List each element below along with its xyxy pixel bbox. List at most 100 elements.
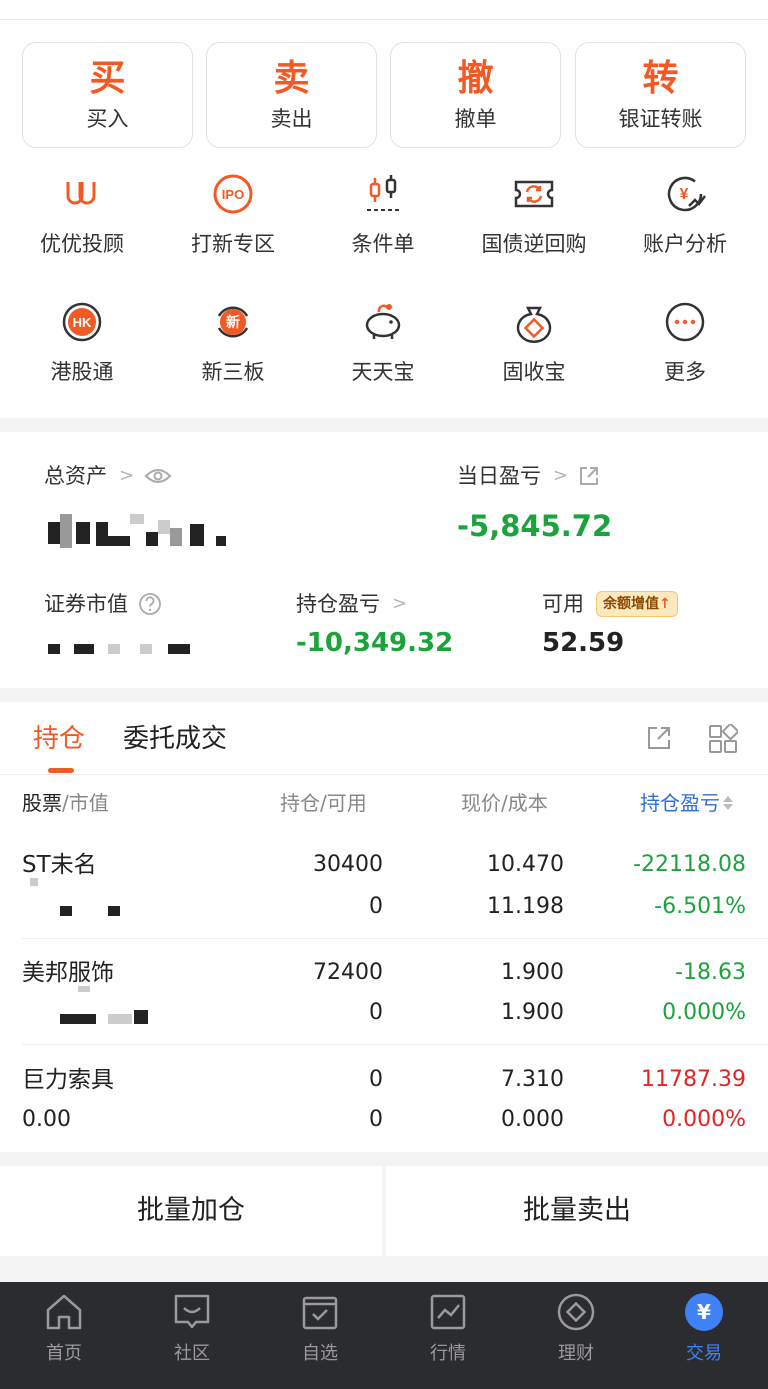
stock-name: ST未名 — [22, 852, 97, 878]
quick-actions-panel: 买 买入 卖 卖出 撤 撤单 转 银证转账 优优投顾 IPO 打新专区 条件单 … — [0, 20, 768, 418]
batch-add-button[interactable]: 批量加仓 — [0, 1166, 382, 1256]
youyou-icon — [66, 182, 96, 205]
tool-youyou[interactable]: 优优投顾 — [12, 172, 152, 258]
tool-label: 天天宝 — [351, 360, 415, 384]
tool-conditional-order[interactable]: 条件单 — [313, 172, 453, 258]
new-board-icon: 新 — [217, 306, 249, 338]
eye-icon[interactable] — [144, 466, 172, 486]
chevron-right-icon: > — [392, 593, 408, 614]
tool-more[interactable]: 更多 — [615, 300, 755, 386]
help-icon[interactable] — [138, 592, 162, 616]
daily-pl-value: -5,845.72 — [457, 509, 613, 543]
tool-label: 打新专区 — [191, 232, 275, 256]
top-strip — [0, 0, 768, 20]
stock-name: 美邦服饰 — [22, 960, 114, 986]
yen-chart-icon: ¥ — [667, 176, 706, 212]
ticket-cycle-icon — [514, 180, 554, 208]
candlestick-icon — [367, 175, 399, 211]
holdings-panel: 持仓 委托成交 股票/市值 持仓/可用 现价/成本 持仓盈亏 ST未名 3040… — [0, 702, 768, 1152]
daily-pl-label: 当日盈亏 — [457, 464, 541, 488]
tool-label: 新三板 — [201, 360, 265, 384]
piggy-bank-icon — [365, 304, 401, 339]
share-icon[interactable] — [645, 724, 673, 752]
sort-icon — [723, 796, 733, 810]
ipo-icon: IPO — [213, 174, 253, 214]
community-icon — [174, 1294, 210, 1329]
nav-label: 行情 — [430, 1343, 466, 1364]
tool-reverse-repo[interactable]: 国债逆回购 — [464, 172, 604, 258]
tool-label: 固收宝 — [502, 360, 566, 384]
batch-sell-button[interactable]: 批量卖出 — [386, 1166, 768, 1256]
position-pl-link[interactable]: 持仓盈亏 > — [296, 590, 407, 618]
tool-tiantianbao[interactable]: 天天宝 — [313, 300, 453, 386]
current-price: 7.310 — [501, 1067, 564, 1092]
home-icon — [46, 1294, 82, 1330]
current-price: 10.470 — [487, 852, 564, 877]
available-value: 52.59 — [542, 628, 625, 658]
tool-gushoubao[interactable]: 固收宝 — [464, 300, 604, 386]
tool-label: 国债逆回购 — [481, 232, 587, 256]
available-qty: 0 — [369, 1000, 383, 1025]
watchlist-icon — [302, 1296, 338, 1330]
nav-home[interactable]: 首页 — [0, 1282, 128, 1389]
tab-divider — [0, 774, 768, 775]
buy-button[interactable]: 买 买入 — [22, 42, 193, 148]
balance-boost-badge[interactable]: 余额增值↑ — [596, 591, 678, 617]
market-value: 0.00 — [22, 1107, 71, 1132]
tool-hk-connect[interactable]: HK 港股通 — [12, 300, 152, 386]
nav-watchlist[interactable]: 自选 — [256, 1282, 384, 1389]
grid-view-icon[interactable] — [708, 724, 738, 754]
cost-price: 1.900 — [501, 1000, 564, 1025]
bottom-nav: 首页 社区 自选 行情 理财 ¥ 交易 — [0, 1282, 768, 1389]
position-qty: 72400 — [313, 960, 383, 985]
tool-label: 账户分析 — [643, 232, 727, 256]
nav-wealth[interactable]: 理财 — [512, 1282, 640, 1389]
available-qty: 0 — [369, 1107, 383, 1132]
sell-label: 卖出 — [270, 107, 313, 131]
pl-header-label: 持仓盈亏 — [640, 791, 720, 815]
column-header-price: 现价/成本 — [461, 791, 548, 815]
active-tab-indicator — [48, 768, 74, 773]
tool-label: 更多 — [664, 360, 706, 384]
position-qty: 0 — [369, 1067, 383, 1092]
market-value-link[interactable]: 证券市值 — [44, 590, 162, 618]
external-link-icon[interactable] — [578, 465, 600, 487]
buy-glyph: 买 — [89, 58, 126, 99]
cost-price: 0.000 — [501, 1107, 564, 1132]
nav-label: 社区 — [174, 1343, 210, 1364]
position-pl-percent: 0.000% — [662, 1107, 746, 1132]
tool-label: 条件单 — [351, 232, 415, 256]
position-qty: 30400 — [313, 852, 383, 877]
tool-account-analysis[interactable]: ¥ 账户分析 — [615, 172, 755, 258]
trade-screen: 买 买入 卖 卖出 撤 撤单 转 银证转账 优优投顾 IPO 打新专区 条件单 … — [0, 0, 768, 1389]
row-divider — [22, 1044, 768, 1045]
position-pl-percent: 0.000% — [662, 1000, 746, 1025]
current-price: 1.900 — [501, 960, 564, 985]
nav-label: 自选 — [302, 1343, 338, 1364]
position-pl-percent: -6.501% — [654, 894, 746, 919]
svg-text:¥: ¥ — [680, 186, 689, 203]
nav-trade[interactable]: ¥ 交易 — [640, 1282, 768, 1389]
nav-label: 理财 — [558, 1343, 594, 1364]
tool-ipo[interactable]: IPO 打新专区 — [163, 172, 303, 258]
assets-summary: 总资产 > 当日盈亏 > -5,845.72 证券市值 持仓盈亏 > -10,3… — [0, 432, 768, 688]
total-assets-label: 总资产 — [44, 464, 107, 488]
bank-transfer-button[interactable]: 转 银证转账 — [575, 42, 746, 148]
cost-price: 11.198 — [487, 894, 564, 919]
daily-pl-link[interactable]: 当日盈亏 > — [457, 462, 600, 490]
nav-community[interactable]: 社区 — [128, 1282, 256, 1389]
nav-market[interactable]: 行情 — [384, 1282, 512, 1389]
column-header-pl-sort[interactable]: 持仓盈亏 — [640, 790, 734, 816]
tab-positions[interactable]: 持仓 — [33, 722, 85, 756]
cancel-order-button[interactable]: 撤 撤单 — [390, 42, 561, 148]
tab-orders-trades[interactable]: 委托成交 — [123, 722, 227, 756]
svg-text:HK: HK — [73, 315, 92, 330]
position-pl: -18.63 — [675, 960, 746, 985]
sell-button[interactable]: 卖 卖出 — [206, 42, 377, 148]
tool-new-third-board[interactable]: 新 新三板 — [163, 300, 303, 386]
available-funds-link[interactable]: 可用 余额增值↑ — [542, 590, 678, 618]
market-value-label: 证券市值 — [44, 592, 128, 616]
cancel-glyph: 撤 — [457, 58, 494, 99]
money-bag-icon — [516, 306, 552, 343]
total-assets-link[interactable]: 总资产 > — [44, 462, 172, 490]
